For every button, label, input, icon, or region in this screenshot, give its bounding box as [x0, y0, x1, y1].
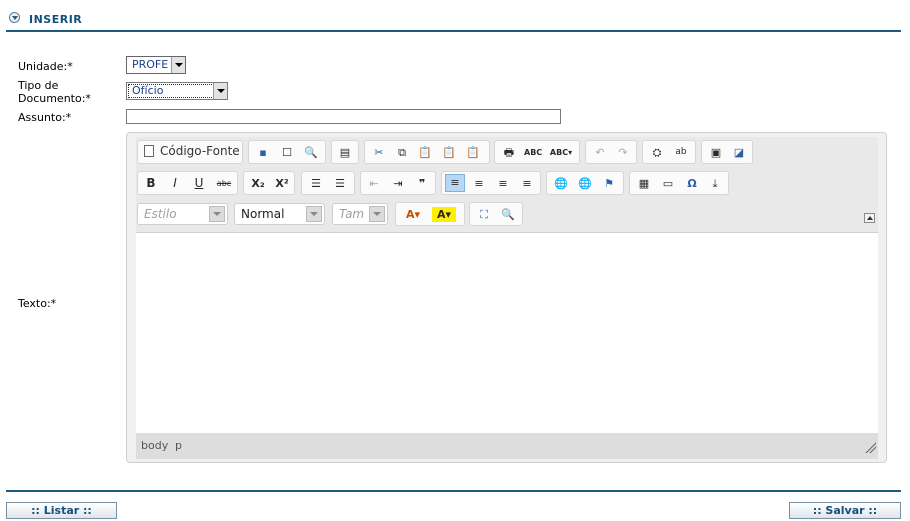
toolbar-group-colors: A▾ A▾ [395, 202, 465, 226]
header-divider [6, 30, 901, 32]
remove-format-icon[interactable]: ◪ [731, 145, 747, 160]
toolbar-group-templates: ▤ [331, 140, 359, 164]
templates-icon[interactable]: ▤ [337, 145, 353, 160]
spellcheck-as-you-type-icon[interactable]: ABC▾ [549, 145, 573, 160]
source-button[interactable]: Código-Fonte [144, 144, 240, 160]
toolbar-group-history: ↶ ↷ [585, 140, 637, 164]
texto-label: Texto:* [18, 297, 57, 310]
undo-icon[interactable]: ↶ [592, 145, 608, 160]
chevron-down-icon [209, 206, 225, 222]
toolbar-group-clipboard: ✂ ⧉ 📋 📋 📋 [364, 140, 490, 164]
chevron-down-icon [369, 206, 385, 222]
align-justify-icon[interactable]: ≡ [519, 176, 535, 191]
toolbar-group-tools: ⛶ 🔍 [469, 202, 523, 226]
text-color-icon[interactable]: A▾ [401, 207, 425, 222]
print-icon[interactable]: 🖶 [501, 145, 517, 160]
chevron-down-icon [171, 57, 185, 73]
toolbar-group-document: ▪ ☐ 🔍 [248, 140, 326, 164]
source-button-label: Código-Fonte [160, 144, 240, 158]
editor-content-area[interactable] [136, 232, 878, 433]
indent-icon[interactable]: ⇥ [390, 176, 406, 191]
assunto-label: Assunto:* [18, 111, 72, 124]
italic-button[interactable]: I [167, 176, 183, 191]
toolbar-group-find: ⛭ ab [642, 140, 696, 164]
bold-button[interactable]: B [143, 176, 159, 191]
maximize-icon[interactable]: ⛶ [476, 207, 492, 222]
chevron-down-icon [306, 206, 322, 222]
superscript-button[interactable]: X² [272, 176, 292, 191]
tipo-label-line1: Tipo de [18, 79, 59, 92]
horizontal-rule-icon[interactable]: ▭ [660, 176, 676, 191]
anchor-icon[interactable]: ⚑ [601, 176, 617, 191]
path-p[interactable]: p [175, 439, 182, 452]
toolbar-group-script: X₂ X² [243, 171, 295, 195]
numbered-list-icon[interactable]: ☰ [308, 176, 324, 191]
style-combo[interactable]: Estilo [137, 203, 228, 225]
subscript-button[interactable]: X₂ [248, 176, 268, 191]
size-combo-label: Tam [339, 207, 365, 221]
style-combo-label: Estilo [144, 207, 177, 221]
paste-icon[interactable]: 📋 [417, 145, 433, 160]
spellcheck-icon[interactable]: ABC [524, 145, 542, 160]
table-icon[interactable]: ▦ [636, 176, 652, 191]
unidade-select[interactable]: PROFE [126, 56, 186, 74]
toolbar-group-align: ≡ ≡ ≡ ≡ [441, 171, 541, 195]
strike-button[interactable]: abc [214, 176, 234, 191]
collapse-toolbar-icon[interactable] [864, 213, 875, 223]
footer-divider [6, 490, 901, 492]
toolbar-group-select: ▣ ◪ [701, 140, 753, 164]
toolbar-group-indent: ⇤ ⇥ ❞ [360, 171, 436, 195]
toolbar-group-insert: ▦ ▭ Ω ⤓ [629, 171, 729, 195]
format-combo[interactable]: Normal [234, 203, 325, 225]
underline-button[interactable]: U [191, 176, 207, 191]
show-blocks-icon[interactable]: 🔍 [500, 207, 516, 222]
cut-icon[interactable]: ✂ [371, 145, 387, 160]
align-left-icon[interactable]: ≡ [445, 174, 465, 192]
tipo-selected-value: Ofício [132, 84, 164, 97]
assunto-input[interactable] [126, 109, 561, 124]
path-body[interactable]: body [141, 439, 168, 452]
preview-icon[interactable]: 🔍 [303, 145, 319, 160]
unidade-selected-value: PROFE [132, 58, 169, 71]
toolbar-group-source: Código-Fonte [137, 140, 243, 164]
tipo-label-line2: Documento:* [18, 92, 91, 105]
copy-icon[interactable]: ⧉ [394, 145, 410, 160]
paste-word-icon[interactable]: 📋 [465, 145, 481, 160]
format-combo-label: Normal [241, 207, 285, 221]
toolbar-group-lists: ☰ ☰ [301, 171, 355, 195]
unlink-icon[interactable]: 🌐 [577, 176, 593, 191]
save-button[interactable]: :: Salvar :: [789, 502, 901, 519]
select-all-icon[interactable]: ▣ [708, 145, 724, 160]
collapse-circle-icon[interactable] [9, 12, 20, 23]
blockquote-icon[interactable]: ❞ [414, 176, 430, 191]
outdent-icon[interactable]: ⇤ [366, 176, 382, 191]
resize-handle-icon[interactable] [864, 441, 876, 453]
list-button[interactable]: :: Listar :: [6, 502, 117, 519]
new-page-icon[interactable]: ☐ [279, 145, 295, 160]
page-break-icon[interactable]: ⤓ [707, 176, 723, 191]
size-combo[interactable]: Tam [332, 203, 388, 225]
redo-icon[interactable]: ↷ [615, 145, 631, 160]
align-center-icon[interactable]: ≡ [471, 176, 487, 191]
unidade-label: Unidade:* [18, 60, 73, 73]
link-icon[interactable]: 🌐 [553, 176, 569, 191]
align-right-icon[interactable]: ≡ [495, 176, 511, 191]
background-color-icon[interactable]: A▾ [432, 207, 456, 222]
page-icon [144, 145, 154, 157]
save-icon[interactable]: ▪ [255, 145, 271, 160]
tipo-documento-select[interactable]: Ofício [126, 82, 228, 100]
section-title: INSERIR [29, 13, 83, 26]
paste-text-icon[interactable]: 📋 [441, 145, 457, 160]
find-icon[interactable]: ⛭ [649, 145, 665, 160]
toolbar-group-basic-styles: B I U abc [137, 171, 238, 195]
toolbar-group-links: 🌐 🌐 ⚑ [546, 171, 624, 195]
special-char-icon[interactable]: Ω [684, 176, 700, 191]
replace-icon[interactable]: ab [673, 145, 689, 160]
bulleted-list-icon[interactable]: ☰ [332, 176, 348, 191]
toolbar-group-print: 🖶 ABC ABC▾ [494, 140, 580, 164]
editor-statusbar [136, 433, 878, 459]
chevron-down-icon [213, 83, 227, 99]
